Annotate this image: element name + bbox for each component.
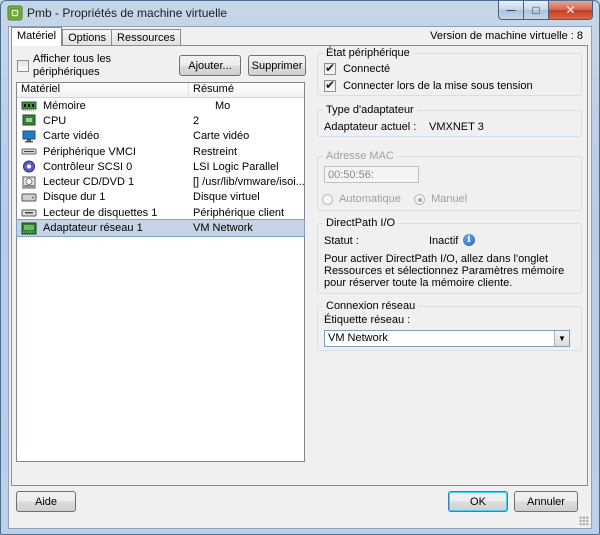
dialog-window: Pmb - Propriétés de machine virtuelle — … [0,0,600,535]
hardware-list-header: Matériel Résumé [17,83,304,98]
adapter-type-group: Type d'adaptateur Adaptateur actuel : VM… [317,104,582,137]
hardware-row-summary: Périphérique client [193,206,285,219]
hardware-row-name: Carte vidéo [43,130,100,143]
network-label-caption: Étiquette réseau : [324,314,411,326]
directpath-group: DirectPath I/O Statut : Inactif i Pour a… [317,217,582,294]
window-title: Pmb - Propriétés de machine virtuelle [27,6,228,20]
show-all-devices-checkbox[interactable] [17,60,29,73]
hardware-row-name: Contrôleur SCSI 0 [43,160,133,173]
hardware-row-summary: Restreint [193,145,238,158]
minimize-icon: — [506,5,516,15]
current-adapter-label: Adaptateur actuel : [324,121,417,133]
hardware-row-cpu[interactable]: CPU 2 [17,113,304,128]
ok-button[interactable]: OK [448,491,508,512]
cpu-icon [22,114,36,126]
network-connection-group: Connexion réseau Étiquette réseau : VM N… [317,300,582,351]
hardware-row-summary: VM Network [193,222,253,235]
help-button[interactable]: Aide [16,491,76,512]
hardware-row-name: Lecteur CD/DVD 1 [43,176,135,189]
mac-manual-label: Manuel [431,193,468,205]
directpath-status-label: Statut : [324,235,359,247]
hard-disk-icon [21,193,37,202]
network-connection-legend: Connexion réseau [326,300,416,312]
mac-automatic-label: Automatique [339,193,401,205]
directpath-legend: DirectPath I/O [326,217,396,229]
hardware-row-summary: Mo [215,99,231,112]
connect-on-power-label: Connecter lors de la mise sous tension [343,80,533,92]
hardware-tab-panel: Afficher tous les périphériques Ajouter.… [11,45,588,486]
hardware-row-memory[interactable]: Mémoire Mo [17,98,304,113]
resize-grip-icon[interactable] [579,516,589,526]
add-button[interactable]: Ajouter... [179,55,241,76]
maximize-icon: □ [532,3,540,17]
radio-on-icon [414,193,425,205]
device-status-group: État périphérique ✔ Connecté ✔ Connecter… [317,47,582,96]
hardware-row-summary: 2 [193,114,200,127]
video-card-icon [22,130,36,143]
directpath-status-value: Inactif [429,235,459,247]
dialog-client-area: Matériel Options Ressources Version de m… [8,26,592,529]
connected-checkbox[interactable]: ✔ Connecté [324,61,391,76]
tab-strip: Matériel Options Ressources [11,27,182,46]
radio-off-icon [322,193,333,205]
hardware-row-video-card[interactable]: Carte vidéo Carte vidéo [17,129,304,144]
hardware-row-network-adapter[interactable]: Adaptateur réseau 1 VM Network [16,219,305,237]
check-icon: ✔ [325,78,336,93]
mac-address-legend: Adresse MAC [326,150,394,162]
memory-icon [21,101,37,112]
connect-on-power-checkbox[interactable]: ✔ Connecter lors de la mise sous tension [324,78,533,93]
cancel-button[interactable]: Annuler [514,491,578,512]
vm-version-label: Version de machine virtuelle : 8 [430,30,583,42]
vsphere-app-icon [7,5,23,21]
title-bar[interactable]: Pmb - Propriétés de machine virtuelle — … [1,1,599,25]
mac-manual-radio[interactable]: Manuel [414,193,467,205]
close-button[interactable]: ✕ [549,1,593,20]
hardware-row-name: Mémoire [43,99,86,112]
hardware-row-summary: [] /usr/lib/vmware/isoi... [193,176,304,189]
network-label-select[interactable]: VM Network ▼ [324,330,570,347]
hardware-row-name: Disque dur 1 [43,191,106,204]
hardware-row-hard-disk[interactable]: Disque dur 1 Disque virtuel [17,190,304,205]
remove-button[interactable]: Supprimer [248,55,306,76]
vmci-icon [21,148,37,155]
column-header-hardware[interactable]: Matériel [17,83,189,97]
network-adapter-icon [21,222,37,235]
hardware-row-name: CPU [43,114,67,127]
tab-options[interactable]: Options [62,29,112,46]
hardware-row-scsi-controller[interactable]: Contrôleur SCSI 0 LSI Logic Parallel [17,159,304,174]
hardware-row-vmci[interactable]: Périphérique VMCI Restreint [17,144,304,159]
hardware-row-summary: Disque virtuel [193,191,260,204]
directpath-description: Pour activer DirectPath I/O, allez dans … [324,253,565,289]
cd-dvd-icon [22,176,36,189]
chevron-down-icon[interactable]: ▼ [554,331,569,346]
hardware-row-name: Périphérique VMCI [43,145,136,158]
mac-automatic-radio[interactable]: Automatique [322,193,401,205]
hardware-row-name: Adaptateur réseau 1 [43,222,143,235]
adapter-type-legend: Type d'adaptateur [326,104,414,116]
mac-address-group: Adresse MAC Automatique Manuel [317,150,582,211]
info-icon[interactable]: i [463,234,475,246]
hardware-row-summary: Carte vidéo [193,130,250,143]
tab-hardware[interactable]: Matériel [11,27,63,46]
check-icon: ✔ [325,61,336,76]
hardware-row-name: Lecteur de disquettes 1 [43,206,158,219]
network-label-selected: VM Network [328,332,388,344]
hardware-row-cd-dvd[interactable]: Lecteur CD/DVD 1 [] /usr/lib/vmware/isoi… [17,174,304,189]
device-status-legend: État périphérique [326,47,410,59]
floppy-icon [21,209,37,217]
scsi-controller-icon [23,160,35,173]
close-icon: ✕ [565,3,576,17]
show-all-checkbox-box[interactable] [17,60,29,73]
column-header-summary[interactable]: Résumé [189,83,304,97]
mac-address-input[interactable] [324,166,419,183]
connected-label: Connecté [343,63,391,75]
maximize-button[interactable]: □ [524,1,549,20]
minimize-button[interactable]: — [498,1,524,20]
current-adapter-value: VMXNET 3 [429,121,484,133]
hardware-row-floppy[interactable]: Lecteur de disquettes 1 Périphérique cli… [17,205,304,220]
show-all-devices-label: Afficher tous les périphériques [33,53,112,78]
hardware-list: Matériel Résumé Mémoire Mo CPU 2 Carte v… [16,82,305,462]
hardware-row-summary: LSI Logic Parallel [193,160,279,173]
tab-resources[interactable]: Ressources [111,29,182,46]
